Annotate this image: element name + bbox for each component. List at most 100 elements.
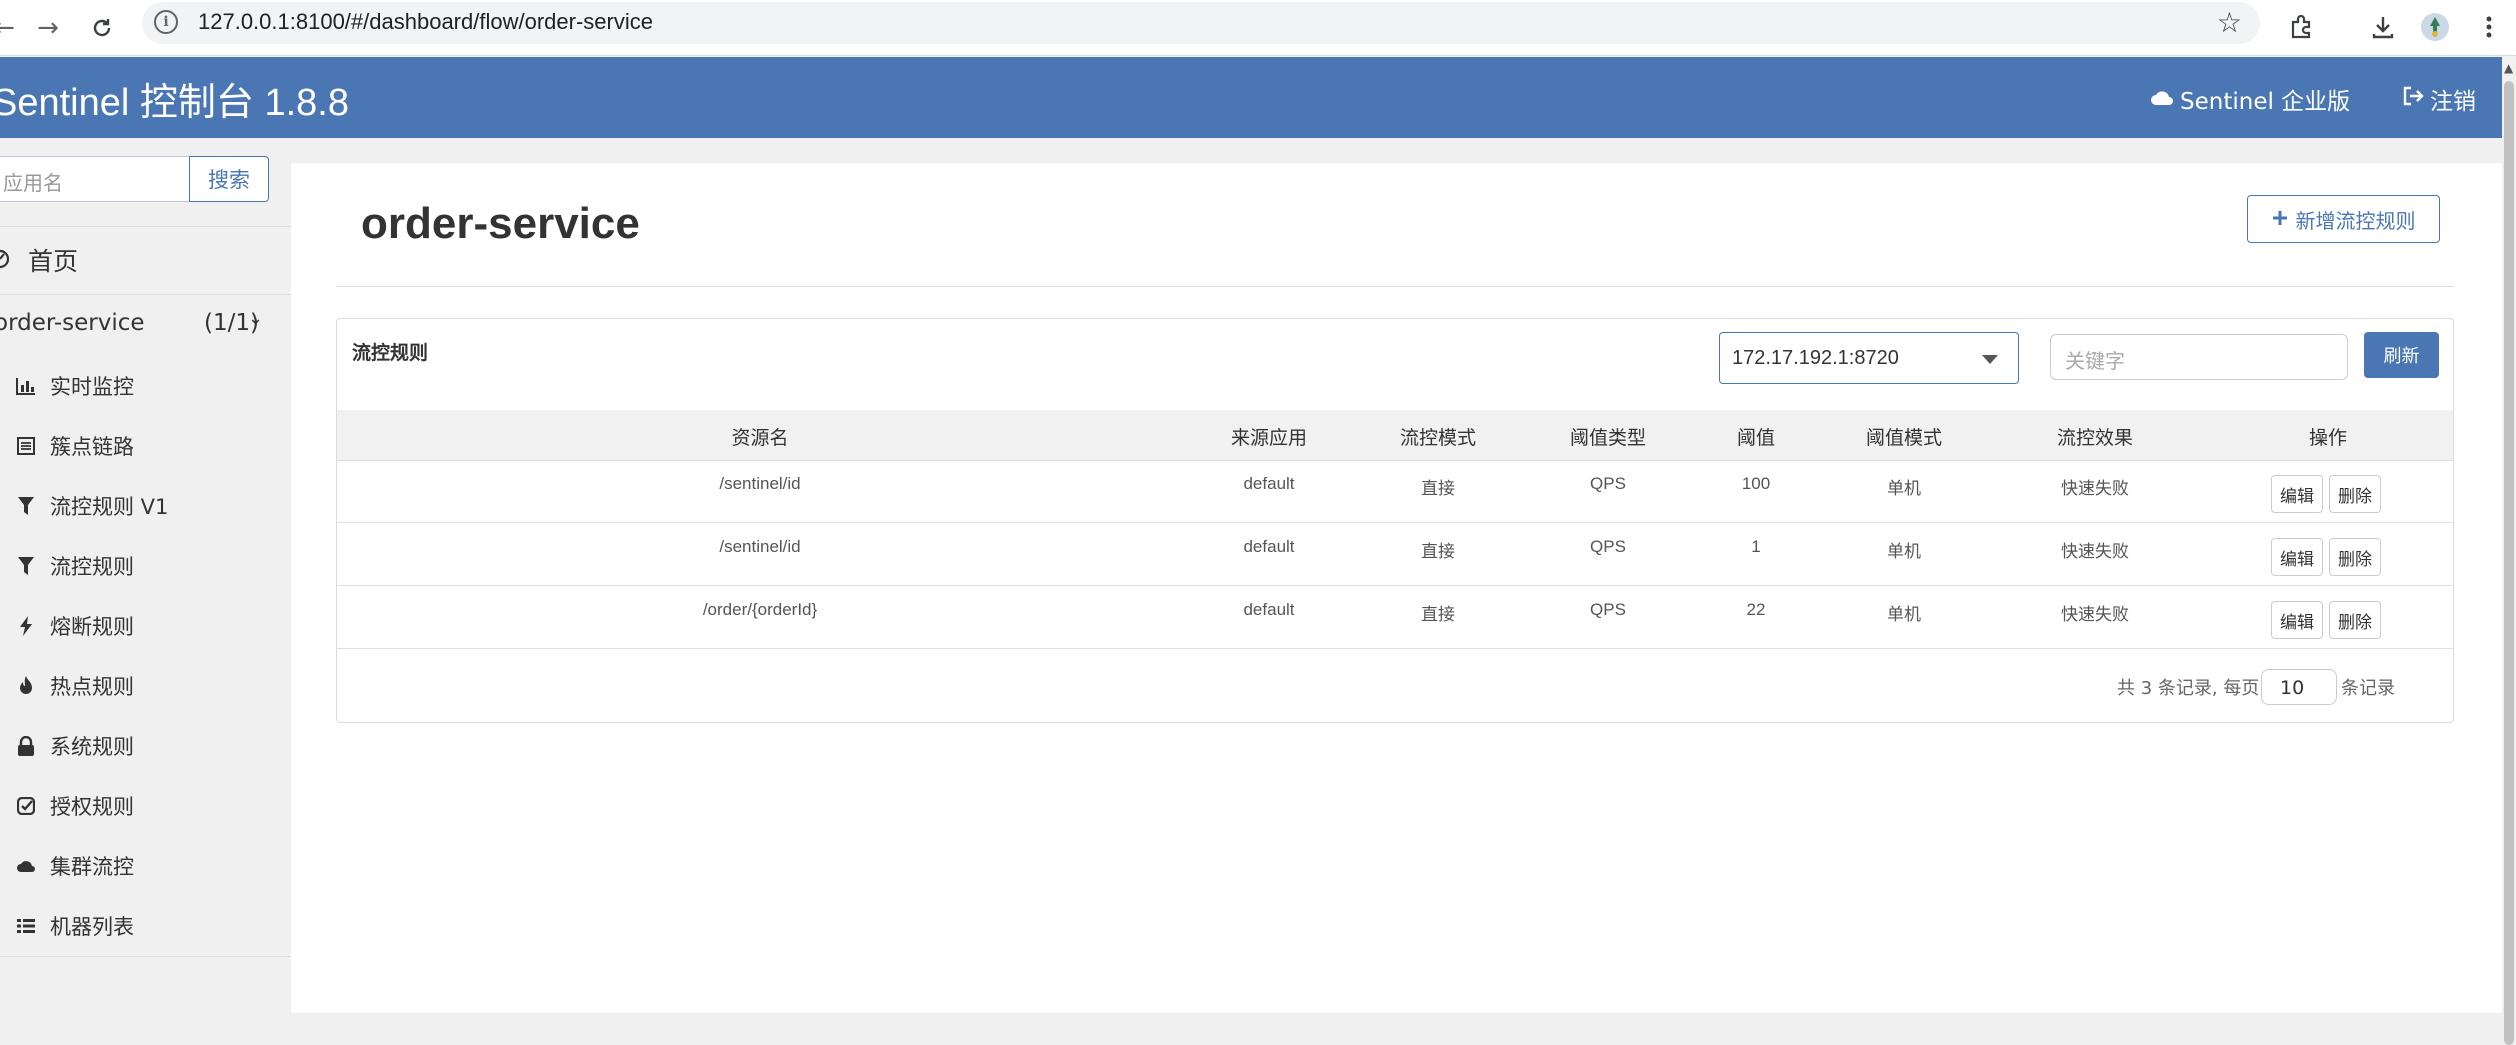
app-header: Sentinel 控制台 1.8.8 Sentinel 企业版 注销	[0, 57, 2502, 138]
cloud-icon	[2150, 86, 2174, 112]
url-text: 127.0.0.1:8100/#/dashboard/flow/order-se…	[198, 9, 653, 34]
column-header: 流控效果	[2056, 427, 2134, 449]
table-row: /sentinel/id default 直接 QPS 1 单机 快速失败 编辑…	[337, 524, 2453, 586]
list-alt-icon	[16, 436, 36, 456]
caret-down-icon	[1982, 355, 1998, 364]
count-cell: 100	[1741, 474, 1771, 493]
sidebar-app-order-service[interactable]: order-service (1/1) ⌄	[0, 308, 274, 336]
column-header: 来源应用	[1230, 427, 1308, 449]
brand-title[interactable]: Sentinel 控制台 1.8.8	[0, 71, 349, 126]
sidebar-item-flow-rules[interactable]: 流控规则	[16, 551, 134, 581]
fire-icon	[16, 676, 36, 696]
resource-cell: /sentinel/id	[719, 537, 801, 556]
site-info-icon[interactable]: i	[154, 10, 178, 34]
scrollbar-thumb[interactable]	[2504, 81, 2514, 1045]
pager-suffix-text: 条记录	[2341, 678, 2395, 699]
plus-icon	[2272, 207, 2288, 231]
sidebar-item-cluster-point-link[interactable]: 簇点链路	[16, 431, 134, 461]
page-size-input[interactable]: 10	[2261, 669, 2337, 705]
column-header: 阈值类型	[1569, 427, 1647, 449]
logout-link[interactable]: 注销	[2402, 82, 2476, 116]
column-header: 资源名	[731, 427, 789, 449]
forward-icon[interactable]: →	[26, 6, 70, 50]
refresh-button[interactable]: 刷新	[2364, 332, 2439, 378]
pager-total-text: 共 3 条记录, 每页	[2117, 678, 2260, 699]
search-button[interactable]: 搜索	[189, 156, 269, 202]
grade-cell: QPS	[1590, 600, 1626, 619]
cloud-icon	[16, 856, 36, 876]
address-bar[interactable]: i 127.0.0.1:8100/#/dashboard/flow/order-…	[142, 2, 2260, 44]
resource-cell: /order/{orderId}	[702, 600, 818, 619]
origin-cell: default	[1243, 537, 1295, 556]
bookmark-star-icon[interactable]: ☆	[2217, 6, 2242, 39]
table-row: /order/{orderId} default 直接 QPS 22 单机 快速…	[337, 587, 2453, 649]
effect-cell: 快速失败	[2061, 479, 2129, 498]
panel-title: 流控规则	[352, 342, 429, 364]
menu-label: 熔断规则	[50, 615, 134, 639]
menu-label: 集群流控	[50, 855, 134, 879]
delete-button[interactable]: 删除	[2329, 601, 2381, 639]
sidebar-item-flow-rules-v1[interactable]: 流控规则 V1	[16, 491, 168, 521]
browser-menu-icon[interactable]	[2468, 6, 2510, 48]
table-row: /sentinel/id default 直接 QPS 100 单机 快速失败 …	[337, 461, 2453, 523]
sidebar-item-authority-rules[interactable]: 授权规则	[16, 791, 134, 821]
sidebar-item-system-rules[interactable]: 系统规则	[16, 731, 134, 761]
page-title: order-service	[361, 199, 640, 248]
sidebar-divider	[0, 294, 291, 295]
sidebar-item-machine-list[interactable]: 机器列表	[16, 911, 134, 941]
main-content: order-service 新增流控规则 流控规则 172.17.192.1:8…	[291, 163, 2502, 1013]
column-header: 阈值模式	[1865, 427, 1943, 449]
filter-icon	[16, 556, 36, 576]
sidebar-item-home[interactable]: 首页	[0, 242, 78, 278]
sidebar-item-hot-param-rules[interactable]: 热点规则	[16, 671, 134, 701]
extensions-icon[interactable]	[2280, 6, 2322, 48]
edit-button[interactable]: 编辑	[2271, 475, 2323, 513]
enterprise-link[interactable]: Sentinel 企业版	[2150, 82, 2350, 116]
keyword-search-input[interactable]: 关键字	[2050, 334, 2348, 380]
origin-cell: default	[1243, 474, 1295, 493]
count-cell: 22	[1746, 600, 1766, 619]
app-search-input[interactable]: 应用名	[0, 156, 190, 202]
back-icon[interactable]: ←	[0, 6, 26, 50]
cluster-mode-cell: 单机	[1887, 605, 1921, 624]
origin-cell: default	[1243, 600, 1295, 619]
chevron-down-icon[interactable]: ⌄	[248, 308, 263, 329]
menu-label: 授权规则	[50, 795, 134, 819]
dashboard-icon	[0, 246, 10, 275]
scroll-up-icon[interactable]: ▲	[2504, 61, 2513, 75]
edit-button[interactable]: 编辑	[2271, 538, 2323, 576]
mode-cell: 直接	[1421, 605, 1455, 624]
effect-cell: 快速失败	[2061, 542, 2129, 561]
sidebar-item-realtime-monitor[interactable]: 实时监控	[16, 371, 134, 401]
logout-icon	[2402, 86, 2424, 112]
menu-label: 流控规则 V1	[50, 495, 169, 519]
table-header: 资源名 来源应用 流控模式 阈值类型 阈值 阈值模式 流控效果 操作	[337, 410, 2453, 461]
flash-icon	[16, 616, 36, 636]
filter-icon	[16, 496, 36, 516]
add-flow-rule-button[interactable]: 新增流控规则	[2247, 195, 2440, 243]
machine-select[interactable]: 172.17.192.1:8720	[1719, 332, 2019, 384]
grade-cell: QPS	[1590, 474, 1626, 493]
column-header: 阈值	[1736, 427, 1776, 449]
mode-cell: 直接	[1421, 479, 1455, 498]
sidebar-item-degrade-rules[interactable]: 熔断规则	[16, 611, 134, 641]
page-scrollbar[interactable]: ▲	[2502, 57, 2516, 1045]
add-flow-rule-label: 新增流控规则	[2295, 208, 2416, 233]
menu-label: 热点规则	[50, 675, 134, 699]
download-icon[interactable]	[2362, 6, 2404, 48]
delete-button[interactable]: 删除	[2329, 475, 2381, 513]
sidebar-item-cluster-flow[interactable]: 集群流控	[16, 851, 134, 881]
cluster-mode-cell: 单机	[1887, 479, 1921, 498]
resource-cell: /sentinel/id	[719, 474, 801, 493]
cluster-mode-cell: 单机	[1887, 542, 1921, 561]
count-cell: 1	[1751, 537, 1761, 556]
menu-label: 簇点链路	[50, 435, 134, 459]
machine-select-value: 172.17.192.1:8720	[1732, 347, 1899, 369]
delete-button[interactable]: 删除	[2329, 538, 2381, 576]
reload-icon[interactable]	[80, 6, 124, 50]
flow-rules-panel: 流控规则 172.17.192.1:8720 关键字 刷新 资源名 来源应用 流…	[336, 318, 2454, 723]
sidebar-divider	[0, 956, 291, 957]
lock-icon	[16, 736, 36, 756]
edit-button[interactable]: 编辑	[2271, 601, 2323, 639]
profile-avatar-icon[interactable]	[2414, 6, 2456, 48]
